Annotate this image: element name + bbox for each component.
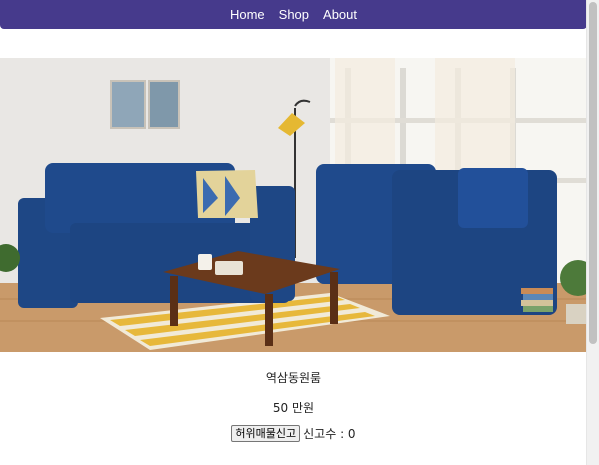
page: Home Shop About 역삼동원룸 50 만원 허위매물신고 신고수:… <box>0 0 599 465</box>
product-title: 역삼동원룸 <box>265 371 322 385</box>
nav-link-about[interactable]: About <box>323 1 357 28</box>
report-false-listing-button[interactable]: 허위매물신고 <box>231 425 301 442</box>
top-navbar: Home Shop About <box>0 0 587 29</box>
nav-link-home[interactable]: Home <box>230 1 265 28</box>
report-count: 신고수 : 0 <box>303 427 356 441</box>
scrollbar-thumb[interactable] <box>589 2 597 344</box>
product-price: 50 만원 <box>272 401 315 415</box>
product-image <box>0 58 587 352</box>
vertical-scrollbar[interactable] <box>586 0 599 465</box>
report-row: 허위매물신고 신고수 : 0 <box>0 425 587 442</box>
nav-link-shop[interactable]: Shop <box>279 1 309 28</box>
